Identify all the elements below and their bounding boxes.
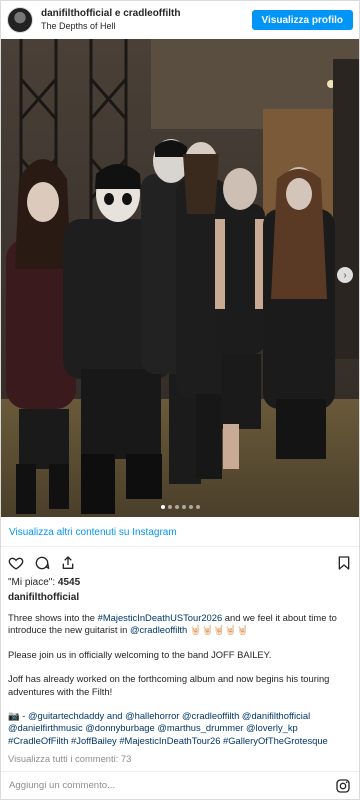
carousel-dot <box>174 505 179 509</box>
instagram-logo-icon[interactable] <box>335 778 351 794</box>
more-on-instagram-link[interactable]: Visualizza altri contenuti su Instagram <box>1 519 359 547</box>
caption-emoji: 🤘🏻🤘🏻🤘🏻🤘🏻🤘🏻 <box>187 624 249 636</box>
post-location[interactable]: The Depths of Hell <box>41 20 252 32</box>
next-slide-chevron-icon[interactable]: › <box>337 267 353 283</box>
comment-input[interactable]: Aggiungi un commento... <box>9 780 335 791</box>
carousel-dots <box>1 505 359 509</box>
carousel-dot <box>181 505 186 509</box>
carousel-dot <box>195 505 200 509</box>
camera-emoji: 📷 - <box>8 710 29 722</box>
caption-paragraph: Joff has already worked on the forthcomi… <box>8 673 330 697</box>
post-image[interactable]: › <box>1 39 359 517</box>
heart-icon[interactable] <box>7 554 25 572</box>
action-bar <box>7 553 353 573</box>
credits-tags[interactable]: @guitartechdaddy and @hallehorror @cradl… <box>8 710 328 746</box>
mention-link[interactable]: @cradleoffilth <box>130 624 187 635</box>
comment-icon[interactable] <box>33 554 51 572</box>
caption-text: Three shows into the <box>8 612 98 623</box>
comment-bar: Aggiungi un commento... <box>1 771 359 799</box>
post-username[interactable]: danifilthofficial e cradleoffilth <box>41 8 252 20</box>
caption-paragraph: Please join us in officially welcoming t… <box>8 648 272 660</box>
header-text: danifilthofficial e cradleoffilth The De… <box>41 8 252 32</box>
likes-label: "Mi piace": <box>8 577 56 588</box>
carousel-dot <box>188 505 193 509</box>
hashtag-link[interactable]: #MajesticInDeathUSTour2026 <box>98 612 223 623</box>
caption-username[interactable]: danifilthofficial <box>8 592 79 603</box>
share-icon[interactable] <box>59 554 77 572</box>
likes-count[interactable]: "Mi piace": 4545 <box>8 577 80 588</box>
bookmark-icon[interactable] <box>335 554 353 572</box>
more-on-instagram-label[interactable]: Visualizza altri contenuti su Instagram <box>9 527 177 538</box>
instagram-embed: danifilthofficial e cradleoffilth The De… <box>0 0 360 800</box>
carousel-dot <box>167 505 172 509</box>
post-header: danifilthofficial e cradleoffilth The De… <box>1 1 359 39</box>
avatar[interactable] <box>7 7 33 33</box>
caption-paragraph: 📷 - @guitartechdaddy and @hallehorror @c… <box>8 710 352 747</box>
carousel-dot <box>160 505 165 509</box>
likes-number: 4545 <box>57 577 81 588</box>
caption-paragraph: Three shows into the #MajesticInDeathUST… <box>8 612 352 637</box>
view-all-comments-link[interactable]: Visualizza tutti i commenti: 73 <box>8 753 131 764</box>
post-caption: Three shows into the #MajesticInDeathUST… <box>8 612 352 747</box>
view-profile-button[interactable]: Visualizza profilo <box>251 10 353 30</box>
